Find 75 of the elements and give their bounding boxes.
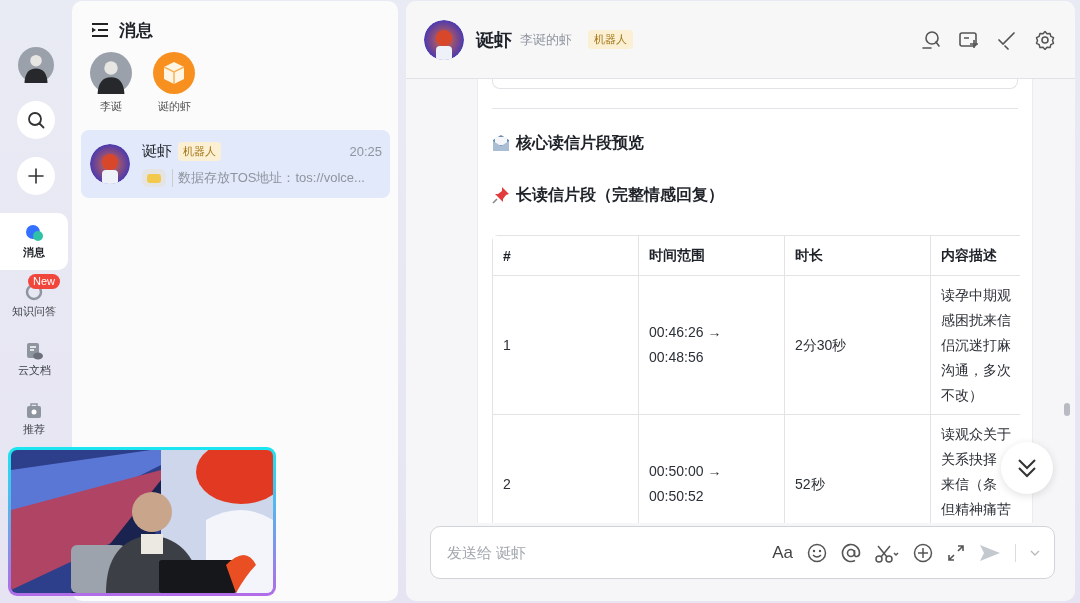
scroll-down-button[interactable] bbox=[1001, 442, 1053, 494]
chat-row[interactable]: 诞虾 机器人 20:25 数据存放TOS地址：tos://volce... bbox=[81, 130, 390, 198]
at-icon bbox=[841, 542, 861, 563]
emoji-button[interactable] bbox=[807, 542, 827, 563]
table-cell-text: 00:46:26 → 00:48:56 bbox=[649, 323, 722, 367]
search-button[interactable] bbox=[17, 101, 55, 139]
check-button[interactable] bbox=[997, 29, 1017, 50]
table-cell-text: 2 bbox=[503, 474, 511, 494]
column-header: 内容描述 bbox=[930, 235, 1020, 276]
add-button[interactable] bbox=[17, 157, 55, 195]
table-cell-line: 侣沉迷打麻 bbox=[941, 336, 1012, 355]
chat-title: 诞虾 bbox=[476, 28, 512, 52]
nav-item[interactable]: New 知识问答 bbox=[0, 272, 68, 329]
section-subheading: 长读信片段（完整情感回复） bbox=[516, 184, 724, 205]
nav-item[interactable]: 消息 bbox=[0, 213, 68, 270]
column-header: 时间范围 bbox=[638, 235, 785, 276]
search-icon bbox=[27, 111, 45, 129]
table-cell-line: 但精神痛苦 bbox=[941, 500, 1012, 519]
cloud-doc-icon bbox=[25, 341, 43, 360]
table-cell-line: 不改） bbox=[941, 386, 984, 405]
chat-time: 20:25 bbox=[349, 143, 382, 159]
add-window-button[interactable] bbox=[959, 29, 979, 50]
search-button[interactable] bbox=[921, 29, 941, 50]
chat-bubble-icon bbox=[25, 223, 43, 242]
new-badge: New bbox=[28, 274, 60, 289]
section-heading: 核心读信片段预览 bbox=[516, 132, 644, 153]
settings-button[interactable] bbox=[1035, 29, 1055, 50]
table-cell-line: 读孕中期观 bbox=[941, 286, 1012, 305]
bag-icon bbox=[25, 400, 43, 419]
sticker-icon bbox=[142, 168, 166, 187]
search-icon bbox=[921, 29, 941, 50]
chat-subtitle: 李诞的虾 bbox=[520, 30, 572, 49]
column-header: 时长 bbox=[784, 235, 931, 276]
bot-tag: 机器人 bbox=[178, 141, 221, 161]
bot-tag: 机器人 bbox=[588, 30, 633, 49]
settings-icon bbox=[1035, 29, 1055, 50]
smiley-icon bbox=[807, 542, 827, 563]
table-cell-line: 读观众关于 bbox=[941, 425, 1012, 444]
message-input[interactable]: 发送给 诞虾 Aa bbox=[430, 526, 1055, 579]
bot-avatar[interactable] bbox=[90, 144, 130, 184]
mention-button[interactable] bbox=[841, 542, 861, 563]
check-icon bbox=[997, 29, 1017, 50]
table-cell-text: 1 bbox=[503, 335, 511, 355]
user-avatar[interactable] bbox=[18, 47, 54, 83]
contact-name: 李诞 bbox=[100, 99, 122, 114]
plus-icon bbox=[28, 168, 44, 184]
column-header: # bbox=[492, 235, 639, 276]
nav-item[interactable]: 云文档 bbox=[0, 331, 68, 388]
table-cell-text: 2分30秒 bbox=[795, 335, 847, 355]
scrollbar-thumb[interactable] bbox=[1064, 403, 1070, 416]
table-cell-line: 沟通，多次 bbox=[941, 361, 1012, 380]
double-chevron-icon bbox=[1017, 458, 1037, 478]
caret-icon bbox=[1030, 549, 1040, 556]
table-cell-text: 52秒 bbox=[795, 474, 825, 494]
chat-preview: 数据存放TOS地址：tos://volce... bbox=[172, 168, 365, 187]
table-cell-line: 感困扰来信 bbox=[941, 311, 1012, 330]
panel-title: 消息 bbox=[119, 19, 153, 42]
expand-icon bbox=[947, 543, 965, 562]
send-icon bbox=[979, 542, 1001, 563]
contact-avatar[interactable] bbox=[90, 52, 132, 94]
envelope-icon bbox=[492, 134, 510, 152]
nav-item[interactable]: 推荐 bbox=[0, 390, 68, 447]
add-button[interactable] bbox=[913, 542, 933, 563]
table-cell-text: 00:50:00 → 00:50:52 bbox=[649, 462, 722, 506]
plus-circle-icon bbox=[913, 542, 933, 563]
contact-name: 诞的虾 bbox=[157, 99, 191, 114]
table-cell-line: 关系抉择 bbox=[941, 450, 998, 469]
add-window-icon bbox=[959, 29, 979, 50]
chat-name: 诞虾 bbox=[142, 141, 172, 161]
bot-avatar[interactable] bbox=[424, 19, 464, 60]
expand-button[interactable] bbox=[947, 543, 965, 562]
format-button[interactable]: Aa bbox=[772, 542, 793, 563]
table-cell-line: 来信（条 bbox=[941, 475, 998, 494]
menu-icon[interactable] bbox=[91, 21, 109, 39]
pin-icon bbox=[492, 186, 510, 204]
